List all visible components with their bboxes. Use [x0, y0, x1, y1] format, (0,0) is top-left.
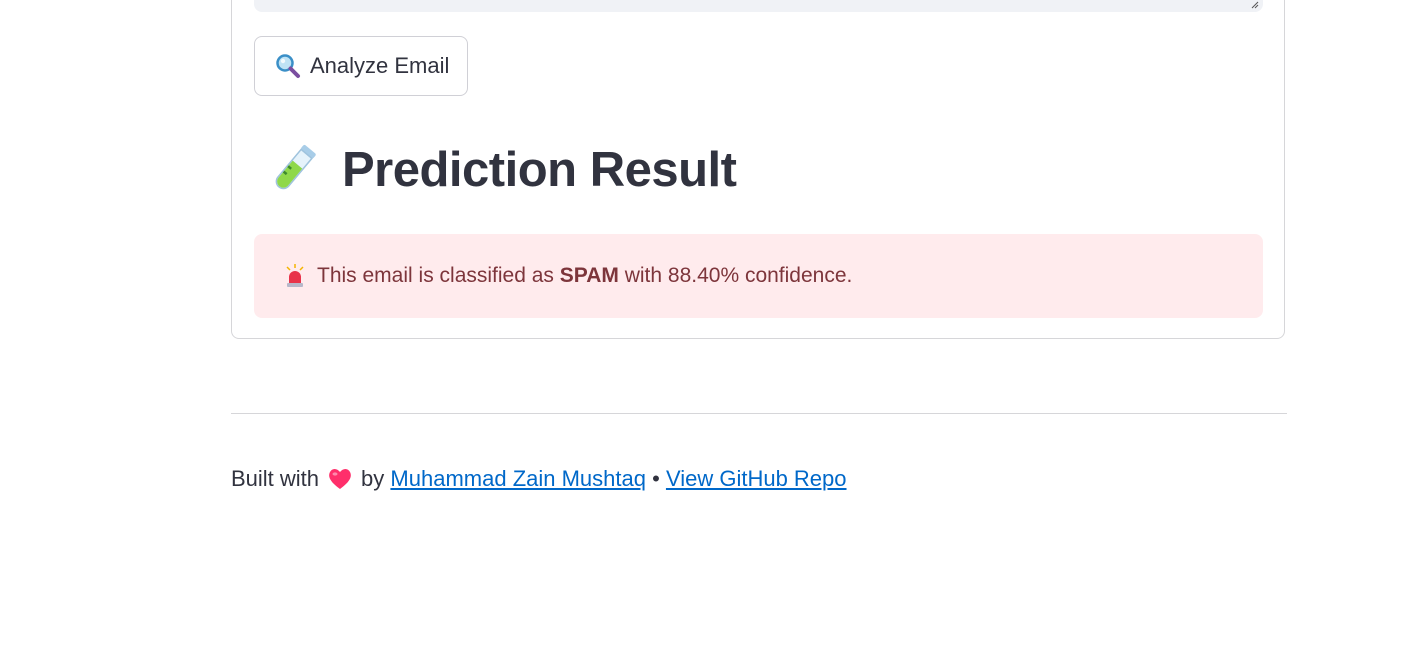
built-with-text: Built with — [231, 466, 320, 491]
prediction-result-heading: Prediction Result — [264, 141, 737, 199]
footer: Built with by Muhammad Zain Mushtaq • Vi… — [231, 466, 847, 492]
email-form-card: Analyze Email Prediction Result This ema… — [231, 0, 1285, 339]
alert-suffix: with 88.40% confidence. — [618, 264, 853, 287]
analyze-button-label: Analyze Email — [310, 53, 450, 78]
alert-prefix: This email is classified as — [317, 264, 560, 287]
test-tube-icon — [275, 144, 316, 190]
heart-icon — [329, 469, 351, 489]
footer-separator: • — [652, 466, 660, 491]
alert-message: This email is classified as SPAM with 88… — [317, 264, 852, 288]
by-text: by — [361, 466, 385, 491]
alert-label: SPAM — [559, 264, 619, 287]
magnifying-glass-icon — [276, 54, 300, 78]
analyze-email-button[interactable]: Analyze Email — [254, 36, 469, 96]
page: Analyze Email Prediction Result This ema… — [0, 0, 1418, 663]
resize-handle-icon[interactable] — [1251, 1, 1259, 9]
siren-icon — [286, 264, 304, 287]
author-link[interactable]: Muhammad Zain Mushtaq — [390, 466, 646, 492]
github-repo-link[interactable]: View GitHub Repo — [666, 466, 847, 492]
footer-divider — [231, 413, 1287, 414]
spam-alert: This email is classified as SPAM with 88… — [254, 234, 1263, 318]
email-textarea[interactable] — [254, 0, 1263, 12]
page-title: Prediction Result — [342, 143, 737, 197]
